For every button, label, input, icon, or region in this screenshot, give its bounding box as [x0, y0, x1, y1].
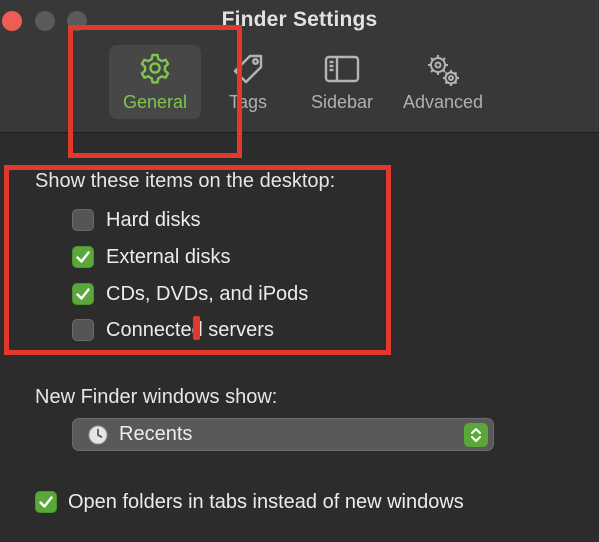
new-window-popup[interactable]: Recents — [72, 418, 494, 451]
checkmark-icon — [39, 496, 53, 508]
chevron-up-down-icon — [471, 428, 481, 442]
new-window-value: Recents — [119, 423, 193, 445]
open-in-tabs-option[interactable]: Open folders in tabs instead of new wind… — [35, 489, 464, 515]
new-window-heading: New Finder windows show: — [35, 386, 278, 408]
tab-sidebar[interactable]: Sidebar — [301, 45, 383, 119]
annotation-mark — [193, 316, 200, 340]
tab-sidebar-label: Sidebar — [310, 92, 374, 112]
clock-icon — [88, 425, 108, 445]
finder-settings-window: Finder Settings General Tags Sidebar Adv… — [0, 0, 599, 542]
open-in-tabs-checkbox[interactable] — [35, 491, 57, 513]
gears-icon — [428, 55, 459, 86]
annotation-box-tabs — [68, 25, 242, 158]
tab-advanced-label: Advanced — [402, 92, 484, 112]
sidebar-icon — [324, 55, 360, 83]
tab-advanced[interactable]: Advanced — [396, 45, 490, 119]
open-in-tabs-label: Open folders in tabs instead of new wind… — [68, 490, 464, 513]
popup-stepper[interactable] — [464, 423, 488, 447]
